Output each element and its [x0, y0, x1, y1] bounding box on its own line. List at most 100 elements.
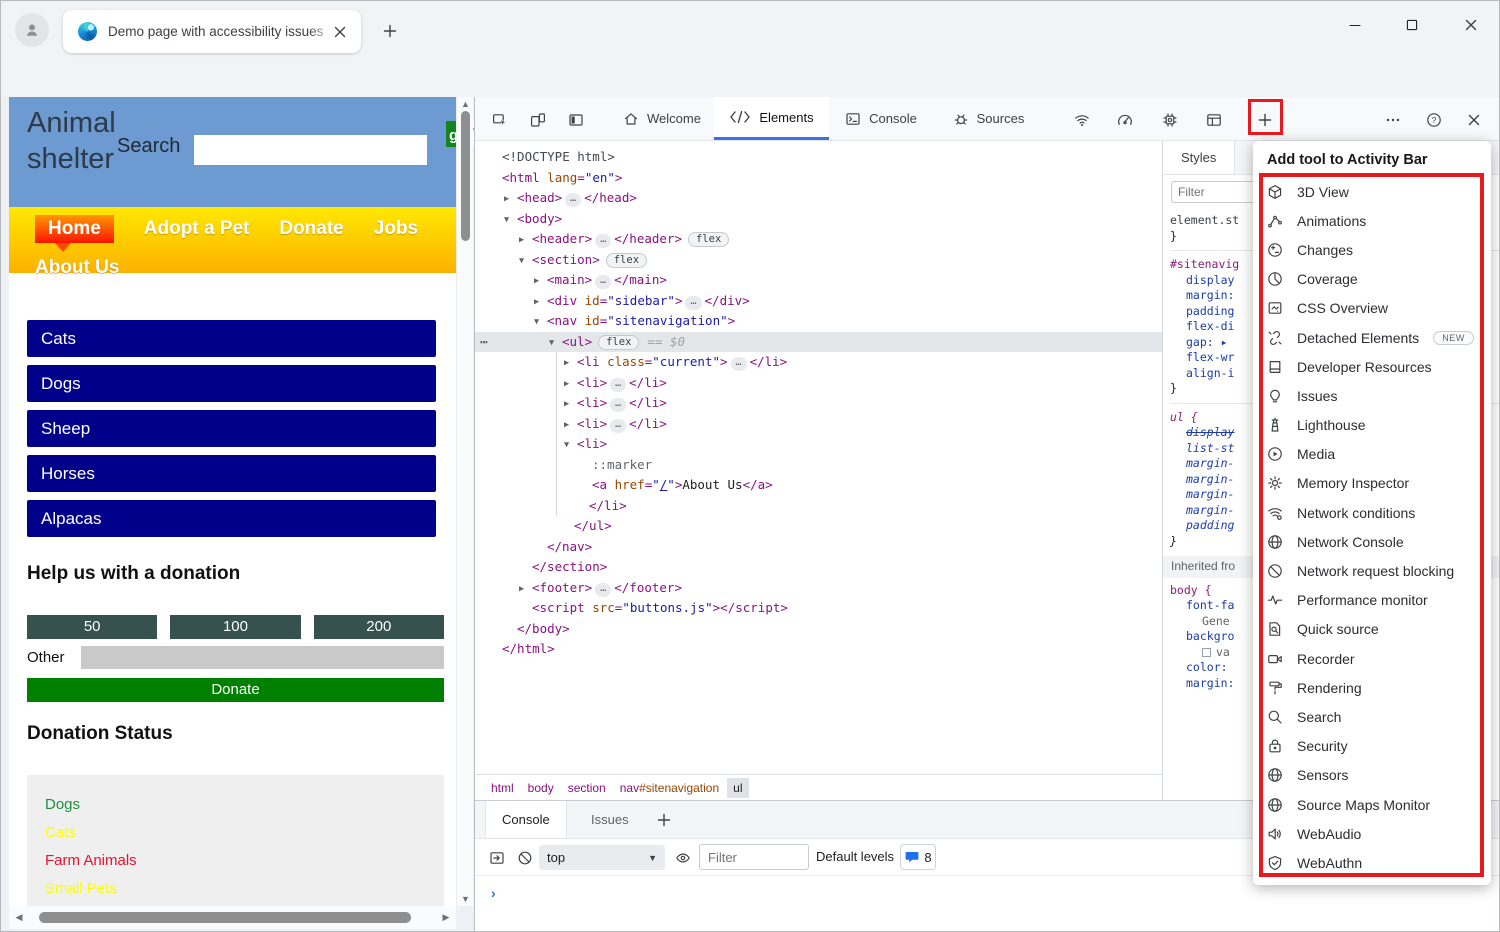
expand-arrow-icon[interactable]: ▶ [564, 394, 577, 415]
menu-item-quick-source[interactable]: Quick source [1253, 615, 1491, 644]
amount-button-100[interactable]: 100 [170, 615, 300, 639]
expand-arrow-icon[interactable]: ▼ [504, 210, 517, 231]
menu-item-detached-elements[interactable]: Detached ElementsNEW [1253, 323, 1491, 352]
performance-gauge-button[interactable] [1112, 107, 1138, 133]
breadcrumb-item-body[interactable]: body [522, 778, 560, 798]
inspect-button[interactable] [487, 107, 513, 133]
network-conditions-button[interactable] [1069, 107, 1095, 133]
window-maximize-button[interactable] [1390, 7, 1434, 43]
menu-item-webaudio[interactable]: WebAudio [1253, 819, 1491, 848]
more-options-button[interactable] [1380, 107, 1406, 133]
dock-side-button[interactable] [563, 107, 589, 133]
menu-item-source-maps-monitor[interactable]: Source Maps Monitor [1253, 790, 1491, 819]
dom-tree-row[interactable]: ▶<footer>…</footer> [475, 578, 1162, 599]
expand-arrow-icon[interactable]: ▶ [564, 374, 577, 395]
menu-item-sensors[interactable]: Sensors [1253, 761, 1491, 790]
menu-item-network-console[interactable]: Network Console [1253, 527, 1491, 556]
scroll-right-arrow[interactable]: ▶ [438, 906, 454, 929]
dom-tree-row[interactable]: </ul> [475, 516, 1162, 537]
menu-item-recorder[interactable]: Recorder [1253, 644, 1491, 673]
amount-button-50[interactable]: 50 [27, 615, 157, 639]
expand-arrow-icon[interactable]: ▼ [564, 435, 577, 456]
default-levels-dropdown[interactable]: Default levels▼ [816, 849, 908, 864]
console-messages-badge[interactable]: 8 [900, 844, 936, 870]
dom-tree-row[interactable]: </li> [475, 496, 1162, 517]
nav-item-adopt-a-pet[interactable]: Adopt a Pet [144, 218, 250, 240]
donate-button[interactable]: Donate [27, 678, 444, 702]
expand-arrow-icon[interactable]: ▶ [564, 415, 577, 436]
devtools-tab-sources[interactable]: Sources [941, 97, 1036, 140]
flex-badge[interactable]: flex [688, 232, 729, 247]
menu-item-network-conditions[interactable]: Network conditions [1253, 498, 1491, 527]
nav-item-jobs[interactable]: Jobs [374, 218, 418, 240]
dom-tree-row[interactable]: ▼<li> [475, 434, 1162, 455]
menu-item-network-request-blocking[interactable]: Network request blocking [1253, 556, 1491, 585]
scroll-down-arrow[interactable]: ▼ [457, 892, 474, 906]
category-button-dogs[interactable]: Dogs [27, 365, 436, 402]
category-button-sheep[interactable]: Sheep [27, 410, 436, 447]
dom-tree-row[interactable]: ▶<head>…</head> [475, 188, 1162, 209]
drawer-tab-console[interactable]: Console [485, 801, 567, 838]
page-horizontal-scrollbar[interactable]: ◀ ▶ [9, 906, 456, 929]
status-item-small-pets[interactable]: Small Pets [45, 875, 444, 903]
console-filter-input[interactable] [699, 844, 809, 870]
expand-arrow-icon[interactable]: ▼ [534, 312, 547, 333]
devtools-tab-console[interactable]: Console [835, 97, 927, 140]
dom-tree-row[interactable]: </body> [475, 619, 1162, 640]
collapsed-content-icon[interactable]: … [610, 419, 626, 433]
menu-item-search[interactable]: Search [1253, 702, 1491, 731]
amount-button-200[interactable]: 200 [314, 615, 444, 639]
row-menu-icon[interactable]: ⋯ [480, 332, 489, 353]
help-button[interactable]: ? [1421, 107, 1447, 133]
menu-item-developer-resources[interactable]: Developer Resources [1253, 352, 1491, 381]
dom-tree-row[interactable]: </section> [475, 557, 1162, 578]
window-close-button[interactable] [1449, 7, 1493, 43]
menu-item-changes[interactable]: Changes [1253, 235, 1491, 264]
other-amount-input[interactable] [81, 646, 444, 669]
device-emulation-button[interactable] [525, 107, 551, 133]
dom-tree-row[interactable]: <a href="/">About Us</a> [475, 475, 1162, 496]
execution-context-icon[interactable] [487, 848, 507, 868]
expand-arrow-icon[interactable]: ▶ [504, 189, 517, 210]
collapsed-content-icon[interactable]: … [610, 378, 626, 392]
collapsed-content-icon[interactable]: … [565, 193, 581, 207]
breadcrumb-item-ul[interactable]: ul [727, 778, 748, 798]
expand-arrow-icon[interactable]: ▶ [534, 271, 547, 292]
menu-item-css-overview[interactable]: CSS Overview [1253, 294, 1491, 323]
scroll-up-arrow[interactable]: ▲ [457, 97, 474, 111]
menu-item-rendering[interactable]: Rendering [1253, 673, 1491, 702]
dom-tree-row[interactable]: <script src="buttons.js"></script> [475, 598, 1162, 619]
add-drawer-tab-button[interactable] [640, 801, 688, 838]
menu-item-issues[interactable]: Issues [1253, 381, 1491, 410]
status-item-farm-animals[interactable]: Farm Animals [45, 847, 444, 875]
dom-tree-row[interactable]: ⋯▼<ul>flex== $0 [475, 332, 1162, 353]
expand-arrow-icon[interactable]: ▶ [534, 292, 547, 313]
engine-chip-button[interactable] [1157, 107, 1183, 133]
status-item-dogs[interactable]: Dogs [45, 791, 444, 819]
menu-item-animations[interactable]: Animations [1253, 206, 1491, 235]
add-tool-plus-button[interactable] [1252, 107, 1278, 133]
dom-tree-row[interactable]: ▼<nav id="sitenavigation"> [475, 311, 1162, 332]
nav-item-donate[interactable]: Donate [279, 218, 343, 240]
dom-tree-row[interactable]: ▶<main>…</main> [475, 270, 1162, 291]
menu-item-coverage[interactable]: Coverage [1253, 265, 1491, 294]
collapsed-content-icon[interactable]: … [595, 275, 611, 289]
devtools-tab-welcome[interactable]: Welcome [612, 97, 712, 140]
dom-tree-row[interactable]: ▶<li class="current">…</li> [475, 352, 1162, 373]
menu-item-media[interactable]: Media [1253, 440, 1491, 469]
expand-arrow-icon[interactable]: ▶ [519, 230, 532, 251]
search-input[interactable] [194, 135, 427, 165]
flex-badge[interactable]: flex [598, 335, 639, 350]
breadcrumb-item-section[interactable]: section [562, 778, 612, 798]
expand-arrow-icon[interactable]: ▶ [564, 353, 577, 374]
category-button-alpacas[interactable]: Alpacas [27, 500, 436, 537]
collapsed-content-icon[interactable]: … [610, 398, 626, 412]
dom-tree-row[interactable]: ▶<header>…</header>flex [475, 229, 1162, 250]
dom-tree-row[interactable]: ▼<body> [475, 209, 1162, 230]
dom-tree-row[interactable]: </nav> [475, 537, 1162, 558]
new-tab-button[interactable] [377, 18, 403, 44]
drawer-tab-issues[interactable]: Issues [575, 801, 645, 838]
breadcrumb-item-nav-sitenavigation[interactable]: nav#sitenavigation [614, 778, 725, 798]
expand-arrow-icon[interactable]: ▼ [519, 251, 532, 272]
menu-item-performance-monitor[interactable]: Performance monitor [1253, 586, 1491, 615]
